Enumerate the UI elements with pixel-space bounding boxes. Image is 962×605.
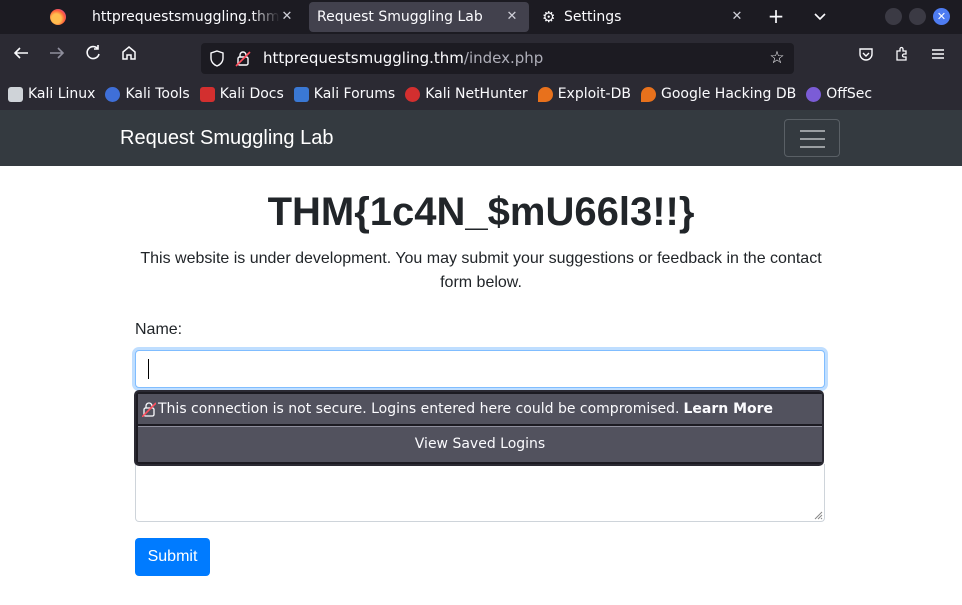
gear-icon: ⚙ xyxy=(542,8,556,26)
insecure-lock-icon xyxy=(142,402,156,417)
puzzle-piece-icon xyxy=(896,46,907,61)
insecure-login-warning: This connection is not secure. Logins en… xyxy=(138,394,822,424)
extensions-button[interactable] xyxy=(892,46,912,66)
page-title: THM{1c4N_$mU66l3!!} xyxy=(267,190,695,234)
exploit-db-icon xyxy=(537,86,553,102)
firefox-view-button[interactable] xyxy=(38,0,78,34)
bookmark-label: Kali Linux xyxy=(28,86,96,102)
site-brand[interactable]: Request Smuggling Lab xyxy=(120,127,333,150)
text-caret xyxy=(148,359,149,379)
bookmark-label: Kali Forums xyxy=(313,86,396,102)
chevron-down-icon xyxy=(814,13,826,21)
tab-label: Request Smuggling Lab xyxy=(317,9,483,25)
url-host: httprequestsmuggling.thm xyxy=(263,49,464,67)
bookmark-kali-nethunter[interactable]: Kali NetHunter xyxy=(405,86,528,102)
app-menu-button[interactable] xyxy=(928,46,948,66)
bookmark-offsec[interactable]: OffSec xyxy=(806,86,872,102)
maximize-window-button[interactable] xyxy=(909,8,926,25)
pocket-icon xyxy=(859,48,873,61)
bookmark-label: Google Hacking DB xyxy=(660,86,797,102)
tab-label: httprequestsmuggling.thm/s xyxy=(92,9,280,25)
toggler-bar xyxy=(800,138,825,140)
pocket-button[interactable] xyxy=(856,46,876,66)
close-tab-icon[interactable]: ✕ xyxy=(728,8,746,26)
submit-button[interactable]: Submit xyxy=(135,538,210,576)
bookmark-kali-linux[interactable]: Kali Linux xyxy=(8,86,95,102)
tab-request-smuggling-lab[interactable]: Request Smuggling Lab ✕ xyxy=(309,2,529,32)
bookmark-google-hacking-db[interactable]: Google Hacking DB xyxy=(640,86,797,102)
navbar-toggler-button[interactable] xyxy=(784,119,840,157)
url-bar[interactable]: httprequestsmuggling.thm/index.php ☆ xyxy=(201,43,794,74)
close-tab-icon[interactable]: ✕ xyxy=(503,8,521,26)
bookmark-label: Exploit-DB xyxy=(557,86,631,102)
login-autofill-popup: This connection is not secure. Logins en… xyxy=(134,390,824,466)
offsec-icon xyxy=(806,86,822,102)
close-tab-icon[interactable]: ✕ xyxy=(278,8,296,26)
message-textarea[interactable] xyxy=(135,464,825,522)
hamburger-menu-icon xyxy=(932,49,944,59)
tab-smuggling-site[interactable]: httprequestsmuggling.thm/s ✕ xyxy=(84,2,304,32)
resize-grip-icon[interactable] xyxy=(813,510,823,520)
view-saved-logins-button[interactable]: View Saved Logins xyxy=(138,426,822,462)
bookmark-exploit-db[interactable]: Exploit-DB xyxy=(537,86,631,102)
kali-forums-icon xyxy=(293,86,309,102)
url-path: /index.php xyxy=(463,49,544,67)
back-arrow-icon xyxy=(13,47,28,59)
new-tab-button[interactable]: + xyxy=(764,6,788,28)
bookmark-label: OffSec xyxy=(826,86,873,102)
bookmark-kali-docs[interactable]: Kali Docs xyxy=(199,86,284,102)
kali-dragon-icon xyxy=(8,86,23,102)
reload-button[interactable] xyxy=(81,44,105,68)
nethunter-icon xyxy=(405,86,421,102)
forward-button[interactable] xyxy=(45,44,69,68)
learn-more-link[interactable]: Learn More xyxy=(683,401,773,417)
minimize-window-button[interactable] xyxy=(885,8,902,25)
back-button[interactable] xyxy=(9,44,33,68)
url-text[interactable]: httprequestsmuggling.thm/index.php xyxy=(263,49,543,67)
warning-text: This connection is not secure. Logins en… xyxy=(158,401,680,417)
tab-list-button[interactable] xyxy=(808,6,832,28)
site-navbar: Request Smuggling Lab xyxy=(0,110,962,166)
bookmarks-toolbar: Kali Linux Kali Tools Kali Docs Kali For… xyxy=(0,78,962,110)
ghdb-icon xyxy=(640,86,656,102)
kali-tools-icon xyxy=(105,86,121,102)
intro-text: This website is under development. You m… xyxy=(140,250,822,291)
tracking-protection-shield-icon[interactable] xyxy=(209,50,225,67)
insecure-lock-icon[interactable] xyxy=(235,50,251,67)
toggler-bar xyxy=(800,146,825,148)
nav-toolbar: httprequestsmuggling.thm/index.php ☆ xyxy=(0,34,962,78)
forward-arrow-icon xyxy=(50,47,65,59)
home-button[interactable] xyxy=(117,44,141,68)
close-window-button[interactable]: ✕ xyxy=(933,8,950,25)
kali-docs-icon xyxy=(199,86,215,102)
bookmark-label: Kali Tools xyxy=(125,86,190,102)
bookmark-kali-tools[interactable]: Kali Tools xyxy=(105,86,190,102)
toggler-bar xyxy=(800,130,825,132)
bookmark-kali-forums[interactable]: Kali Forums xyxy=(293,86,396,102)
name-label: Name: xyxy=(135,321,183,338)
tab-strip: httprequestsmuggling.thm/s ✕ Request Smu… xyxy=(0,0,962,34)
tab-settings[interactable]: ⚙ Settings ✕ xyxy=(534,2,754,32)
bookmark-label: Kali NetHunter xyxy=(425,86,528,102)
home-icon xyxy=(122,46,136,60)
reload-icon xyxy=(86,45,100,60)
bookmark-star-icon[interactable]: ☆ xyxy=(766,47,788,69)
firefox-icon xyxy=(50,9,66,25)
tab-label: Settings xyxy=(564,9,622,25)
bookmark-label: Kali Docs xyxy=(219,86,284,102)
name-input[interactable] xyxy=(135,350,825,388)
